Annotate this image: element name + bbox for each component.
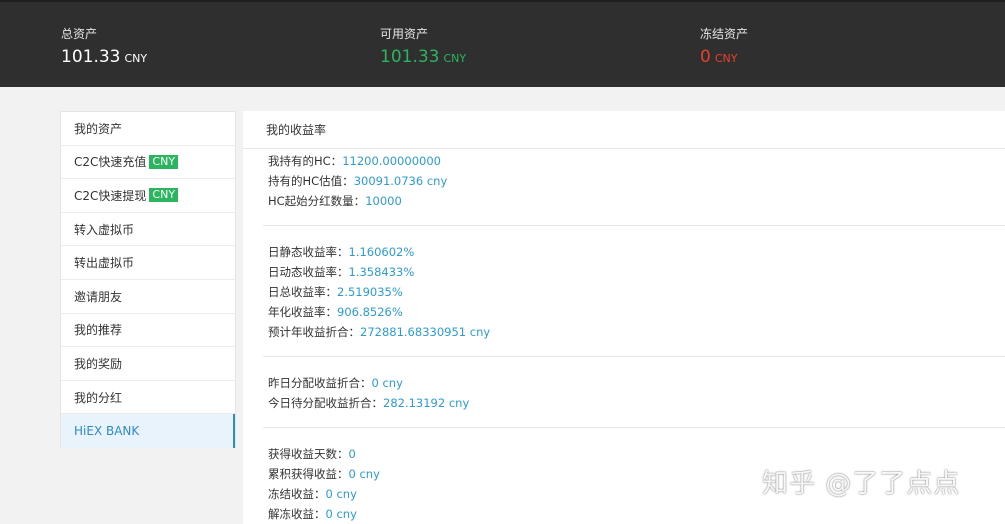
earnings-label: 今日待分配收益折合：: [268, 396, 383, 410]
watermark: 知乎 @了了点点: [762, 469, 961, 499]
earnings-label: HC起始分红数量：: [268, 194, 366, 208]
earnings-value: 0 cny: [348, 467, 380, 481]
available-assets-value: 101.33: [380, 47, 440, 67]
total-assets-currency: CNY: [124, 52, 148, 65]
earnings-label: 日总收益率：: [268, 285, 337, 299]
available-assets-label: 可用资产: [380, 27, 429, 41]
frozen-assets-currency: CNY: [714, 52, 738, 65]
earnings-value: 0 cny: [371, 376, 403, 390]
currency-tag: CNY: [149, 154, 179, 169]
sidebar-item-my-rewards[interactable]: 我的奖励: [61, 347, 235, 381]
earnings-label: 我持有的HC：: [268, 154, 343, 168]
sidebar-item-my-dividends[interactable]: 我的分红: [61, 381, 235, 415]
sidebar-nav: 我的资产 C2C快速充值 CNY C2C快速提现 CNY 转入虚拟币 转出虚拟币 邀请朋友 我的…: [60, 111, 236, 448]
earnings-value: 1.358433%: [348, 265, 415, 279]
sidebar-item-my-referrals[interactable]: 我的推荐: [61, 314, 235, 348]
earnings-value: 906.8526%: [337, 305, 403, 319]
earnings-row: 今日待分配收益折合：282.13192 cny: [268, 393, 1005, 413]
earnings-group: 我持有的HC：11200.00000000 持有的HC估值：30091.0736 …: [243, 151, 1005, 211]
earnings-label: 解冻收益：: [268, 507, 326, 521]
earnings-row: HC起始分红数量：10000: [268, 191, 1005, 211]
earnings-value: 10000: [365, 194, 402, 208]
sidebar-item-c2c-deposit[interactable]: C2C快速充值 CNY: [61, 146, 235, 180]
earnings-row: 日静态收益率：1.160602%: [268, 242, 1005, 262]
sidebar-item-label: 我的奖励: [74, 356, 123, 371]
total-assets-label: 总资产: [61, 27, 98, 41]
earnings-value: 0 cny: [325, 487, 357, 501]
sidebar-item-invite-friends[interactable]: 邀请朋友: [61, 280, 235, 314]
sidebar-item-label: HiEX BANK: [74, 424, 140, 439]
sidebar-item-c2c-withdraw[interactable]: C2C快速提现 CNY: [61, 179, 235, 213]
earnings-value: 0: [348, 447, 356, 461]
sidebar-item-label: 我的推荐: [74, 323, 123, 338]
sidebar-item-deposit-crypto[interactable]: 转入虚拟币: [61, 213, 235, 247]
frozen-assets-value: 0: [700, 47, 711, 67]
currency-tag: CNY: [149, 188, 179, 203]
earnings-label: 昨日分配收益折合：: [268, 376, 372, 390]
earnings-row: 年化收益率：906.8526%: [268, 302, 1005, 322]
total-assets-value: 101.33: [61, 47, 121, 67]
sidebar-item-label: 我的分红: [74, 390, 123, 405]
earnings-row: 我持有的HC：11200.00000000: [268, 151, 1005, 171]
earnings-value: 2.519035%: [337, 285, 403, 299]
divider: [263, 356, 1005, 357]
sidebar-item-hiex-bank[interactable]: HiEX BANK: [61, 414, 235, 448]
earnings-label: 获得收益天数：: [268, 447, 349, 461]
earnings-label: 预计年收益折合：: [268, 325, 360, 339]
earnings-value: 0 cny: [325, 507, 357, 521]
sidebar-item-label: 转入虚拟币: [74, 222, 135, 237]
earnings-row: 昨日分配收益折合：0 cny: [268, 373, 1005, 393]
frozen-assets-label: 冻结资产: [700, 27, 749, 41]
sidebar-item-label: 我的资产: [74, 121, 123, 136]
earnings-row: 解冻收益：0 cny: [268, 504, 1005, 524]
sidebar-item-withdraw-crypto[interactable]: 转出虚拟币: [61, 246, 235, 280]
sidebar-item-label: C2C快速充值: [74, 155, 147, 170]
earnings-row: 持有的HC估值：30091.0736 cny: [268, 171, 1005, 191]
total-assets: 总资产 101.33 CNY: [61, 26, 147, 70]
sidebar-item-label: 邀请朋友: [74, 289, 123, 304]
earnings-label: 年化收益率：: [268, 305, 337, 319]
sidebar-item-label: 转出虚拟币: [74, 256, 135, 271]
sidebar-item-label: C2C快速提现: [74, 188, 147, 203]
earnings-label: 累积获得收益：: [268, 467, 349, 481]
earnings-value: 11200.00000000: [342, 154, 441, 168]
asset-summary-bar: 总资产 101.33 CNY 可用资产 101.33 CNY 冻结资产 0 CNY: [0, 0, 1005, 87]
panel-title: 我的收益率: [243, 111, 1005, 149]
frozen-assets: 冻结资产 0 CNY: [700, 26, 748, 70]
earnings-value: 282.13192 cny: [383, 396, 470, 410]
available-assets-currency: CNY: [443, 52, 467, 65]
earnings-label: 日静态收益率：: [268, 245, 349, 259]
earnings-row: 日总收益率：2.519035%: [268, 282, 1005, 302]
earnings-label: 冻结收益：: [268, 487, 326, 501]
earnings-row: 日动态收益率：1.358433%: [268, 262, 1005, 282]
divider: [263, 225, 1005, 226]
earnings-label: 日动态收益率：: [268, 265, 349, 279]
earnings-value: 30091.0736 cny: [353, 174, 448, 188]
sidebar-item-my-assets[interactable]: 我的资产: [61, 112, 235, 146]
earnings-row: 获得收益天数：0: [268, 444, 1005, 464]
earnings-group: 日静态收益率：1.160602% 日动态收益率：1.358433% 日总收益率：2.…: [243, 242, 1005, 342]
earnings-row: 预计年收益折合：272881.68330951 cny: [268, 322, 1005, 342]
divider: [263, 427, 1005, 428]
available-assets: 可用资产 101.33 CNY: [380, 26, 466, 70]
earnings-group: 昨日分配收益折合：0 cny 今日待分配收益折合：282.13192 cny: [243, 373, 1005, 413]
earnings-value: 1.160602%: [348, 245, 415, 259]
earnings-value: 272881.68330951 cny: [360, 325, 491, 339]
earnings-label: 持有的HC估值：: [268, 174, 354, 188]
